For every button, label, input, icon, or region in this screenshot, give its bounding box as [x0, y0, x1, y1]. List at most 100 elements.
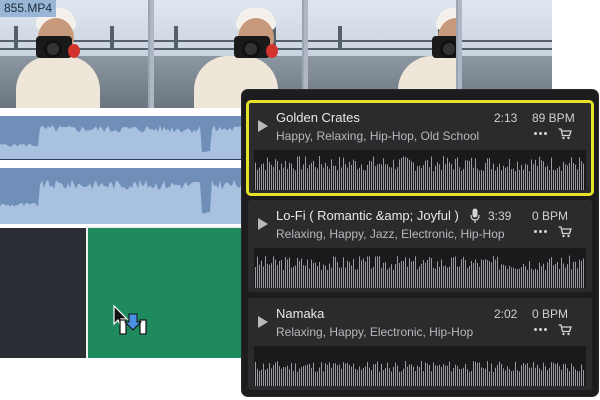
waveform-bar	[571, 363, 572, 386]
waveform-bar	[449, 162, 450, 190]
waveform-bar	[273, 166, 274, 190]
waveform-bar	[571, 269, 572, 288]
waveform-bar	[425, 262, 426, 288]
waveform-bar	[581, 161, 582, 190]
waveform-bar	[289, 257, 290, 288]
waveform-bar	[327, 166, 328, 190]
waveform-bar	[557, 362, 558, 386]
waveform-bar	[471, 260, 472, 288]
waveform-bar	[327, 364, 328, 386]
waveform-bar	[443, 364, 444, 386]
waveform-bar	[503, 264, 504, 288]
play-icon[interactable]	[258, 218, 268, 230]
waveform-bar	[497, 256, 498, 288]
waveform-bar	[541, 370, 542, 386]
waveform-bar	[553, 362, 554, 386]
waveform-bar	[313, 262, 314, 288]
waveform-bar	[417, 166, 418, 190]
waveform-bar	[495, 170, 496, 190]
waveform-graphic	[255, 255, 584, 288]
track-waveform[interactable]	[254, 248, 586, 288]
waveform-bar	[473, 361, 474, 386]
track-duration: 3:39	[488, 209, 512, 223]
waveform-bar	[475, 259, 476, 288]
waveform-bar	[529, 367, 530, 386]
track-item-namaka[interactable]: Namaka Relaxing, Happy, Electronic, Hip-…	[248, 298, 592, 390]
waveform-bar	[337, 262, 338, 288]
cart-icon[interactable]	[558, 128, 572, 140]
waveform-bar	[437, 365, 438, 386]
track-item-golden-crates[interactable]: Golden Crates Happy, Relaxing, Hip-Hop, …	[246, 100, 594, 196]
play-icon[interactable]	[258, 120, 268, 132]
waveform-bar	[485, 162, 486, 190]
waveform-bar	[371, 268, 372, 288]
waveform-bar	[359, 256, 360, 288]
waveform-bar	[509, 159, 510, 190]
waveform-bar	[335, 363, 336, 386]
waveform-bar	[317, 266, 318, 288]
waveform-bar	[577, 268, 578, 288]
waveform-bar	[357, 269, 358, 288]
waveform-bar	[539, 156, 540, 190]
waveform-bar	[519, 371, 520, 386]
waveform-bar	[433, 267, 434, 288]
waveform-bar	[493, 372, 494, 386]
waveform-bar	[451, 371, 452, 386]
waveform-bar	[507, 366, 508, 386]
waveform-bar	[581, 260, 582, 288]
waveform-bar	[411, 161, 412, 190]
waveform-bar	[291, 163, 292, 190]
more-icon[interactable]	[534, 132, 548, 136]
waveform-bar	[263, 363, 264, 386]
waveform-bar	[519, 268, 520, 288]
waveform-bar	[281, 368, 282, 386]
waveform-bar	[469, 371, 470, 386]
waveform-bar	[335, 256, 336, 288]
waveform-bar	[391, 264, 392, 288]
music-clip-drop-target[interactable]	[86, 226, 248, 358]
waveform-bar	[565, 164, 566, 190]
waveform-bar	[359, 167, 360, 190]
waveform-bar	[329, 362, 330, 386]
track-bpm: 0 BPM	[532, 209, 569, 223]
waveform-bar	[265, 369, 266, 386]
waveform-bar	[453, 257, 454, 288]
waveform-bar	[409, 364, 410, 386]
waveform-bar	[513, 168, 514, 190]
waveform-bar	[275, 159, 276, 190]
waveform-bar	[557, 168, 558, 190]
waveform-bar	[479, 266, 480, 288]
waveform-bar	[309, 164, 310, 190]
audio-clip-track-2[interactable]	[0, 168, 248, 224]
waveform-bar	[267, 368, 268, 386]
waveform-bar	[363, 258, 364, 288]
waveform-bar	[491, 262, 492, 288]
more-icon[interactable]	[534, 328, 548, 332]
waveform-bar	[545, 270, 546, 288]
waveform-bar	[273, 256, 274, 288]
play-icon[interactable]	[258, 316, 268, 328]
track-item-lo-fi[interactable]: Lo-Fi ( Romantic &amp; Joyful ) Relaxing…	[248, 200, 592, 292]
waveform-bar	[293, 266, 294, 288]
track-duration: 2:02	[494, 307, 518, 321]
waveform-bar	[583, 258, 584, 288]
track-waveform[interactable]	[254, 346, 586, 386]
waveform-bar	[361, 260, 362, 288]
waveform-bar	[423, 260, 424, 288]
waveform-bar	[461, 170, 462, 190]
track-waveform[interactable]	[254, 150, 586, 190]
audio-clip-track-1[interactable]	[0, 116, 248, 160]
waveform-bar	[265, 256, 266, 288]
waveform-bar	[305, 156, 306, 190]
waveform-bar	[511, 169, 512, 190]
waveform-bar	[355, 269, 356, 288]
waveform-bar	[479, 170, 480, 190]
cart-icon[interactable]	[558, 324, 572, 336]
waveform-bar	[373, 364, 374, 386]
waveform-bar	[293, 370, 294, 386]
waveform-bar	[417, 269, 418, 288]
waveform-bar	[495, 259, 496, 288]
waveform-bar	[471, 157, 472, 190]
more-icon[interactable]	[534, 230, 548, 234]
cart-icon[interactable]	[558, 226, 572, 238]
